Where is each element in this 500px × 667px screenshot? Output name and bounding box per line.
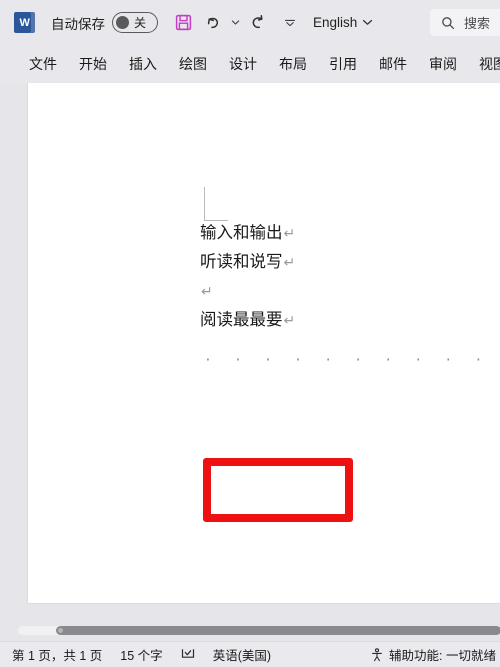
line-text: 听读和说写: [200, 252, 283, 271]
search-icon: [441, 16, 455, 30]
document-line[interactable]: 听读和说写↵: [200, 247, 480, 276]
tab-design[interactable]: 设计: [218, 51, 268, 77]
autosave-label: 自动保存: [51, 16, 105, 32]
word-count[interactable]: 15 个字: [120, 645, 162, 664]
document-canvas[interactable]: 输入和输出↵ 听读和说写↵ ↵ 阅读最最要↵ · · · · · · · · ·…: [0, 83, 500, 641]
chevron-down-icon: [231, 18, 240, 27]
scrollbar-handle-dot: [58, 628, 63, 633]
language-label: English: [313, 15, 358, 30]
search-input[interactable]: 搜索: [430, 9, 500, 36]
save-button[interactable]: [170, 9, 197, 36]
proofing-status-button[interactable]: [181, 648, 195, 661]
autosave-toggle[interactable]: 关: [112, 12, 158, 33]
paragraph-mark: ↵: [201, 284, 213, 300]
accessibility-status-button[interactable]: 辅助功能: 一切就绪: [370, 645, 496, 664]
page-info[interactable]: 第 1 页，共 1 页: [12, 645, 102, 664]
paragraph-mark: ↵: [283, 255, 296, 271]
horizontal-scrollbar[interactable]: [18, 626, 500, 635]
tab-home[interactable]: 开始: [68, 51, 118, 77]
tab-file[interactable]: 文件: [18, 51, 68, 77]
accessibility-icon: [370, 647, 384, 662]
undo-button[interactable]: [199, 9, 226, 36]
line-text: 输入和输出: [200, 223, 283, 242]
paragraph-mark: ↵: [283, 226, 296, 242]
tab-layout[interactable]: 布局: [268, 51, 318, 77]
quick-access-toolbar: [170, 9, 297, 36]
autosave-state-label: 关: [134, 15, 147, 30]
line-text: 阅读最最要: [200, 310, 283, 329]
tab-references[interactable]: 引用: [318, 51, 368, 77]
scrollbar-thumb[interactable]: [56, 626, 500, 635]
redo-button[interactable]: [244, 9, 271, 36]
tab-insert[interactable]: 插入: [118, 51, 168, 77]
redo-arrow-icon: [249, 14, 267, 32]
accessibility-label: 辅助功能: 一切就绪: [389, 649, 496, 663]
chevron-down-icon: [284, 18, 296, 28]
save-floppy-icon: [175, 14, 192, 31]
search-placeholder: 搜索: [464, 16, 491, 31]
paragraph-mark: ↵: [283, 313, 296, 329]
toggle-knob: [116, 16, 129, 29]
proofing-language[interactable]: 英语(美国): [213, 645, 271, 664]
language-selector[interactable]: English: [313, 15, 373, 30]
document-body[interactable]: 输入和输出↵ 听读和说写↵ ↵ 阅读最最要↵: [200, 218, 480, 334]
word-application-window: W 自动保存 关 English 搜索 文件 开始 插入 绘图 设计 布局 引用…: [0, 0, 500, 667]
ribbon-tab-bar: 文件 开始 插入 绘图 设计 布局 引用 邮件 审阅 视图: [0, 45, 500, 83]
customize-quick-access-toolbar-button[interactable]: [283, 9, 297, 36]
space-mark-dots: · · · · · · · · · · · ·: [204, 352, 500, 368]
document-line[interactable]: 阅读最最要↵: [200, 305, 480, 334]
document-line-empty[interactable]: ↵: [200, 276, 480, 305]
status-bar: 第 1 页，共 1 页 15 个字 英语(美国) 辅助功能: 一切就绪: [0, 641, 500, 667]
document-page[interactable]: 输入和输出↵ 听读和说写↵ ↵ 阅读最最要↵ · · · · · · · · ·…: [28, 83, 500, 603]
undo-arrow-icon: [204, 14, 222, 32]
document-line[interactable]: 输入和输出↵: [200, 218, 480, 247]
tab-review[interactable]: 审阅: [418, 51, 468, 77]
title-bar: W 自动保存 关 English 搜索: [0, 0, 500, 45]
tab-view[interactable]: 视图: [468, 51, 500, 77]
undo-dropdown-button[interactable]: [228, 9, 242, 36]
word-icon: W: [14, 12, 35, 33]
chevron-down-icon: [362, 17, 373, 28]
space-marks-line[interactable]: · · · · · · · · · · · ·↵: [204, 342, 500, 378]
annotation-highlight-rectangle: [203, 458, 353, 522]
proofing-check-icon: [181, 648, 195, 661]
tab-mailings[interactable]: 邮件: [368, 51, 418, 77]
text-margin-crop-mark: [204, 187, 228, 221]
tab-draw[interactable]: 绘图: [168, 51, 218, 77]
